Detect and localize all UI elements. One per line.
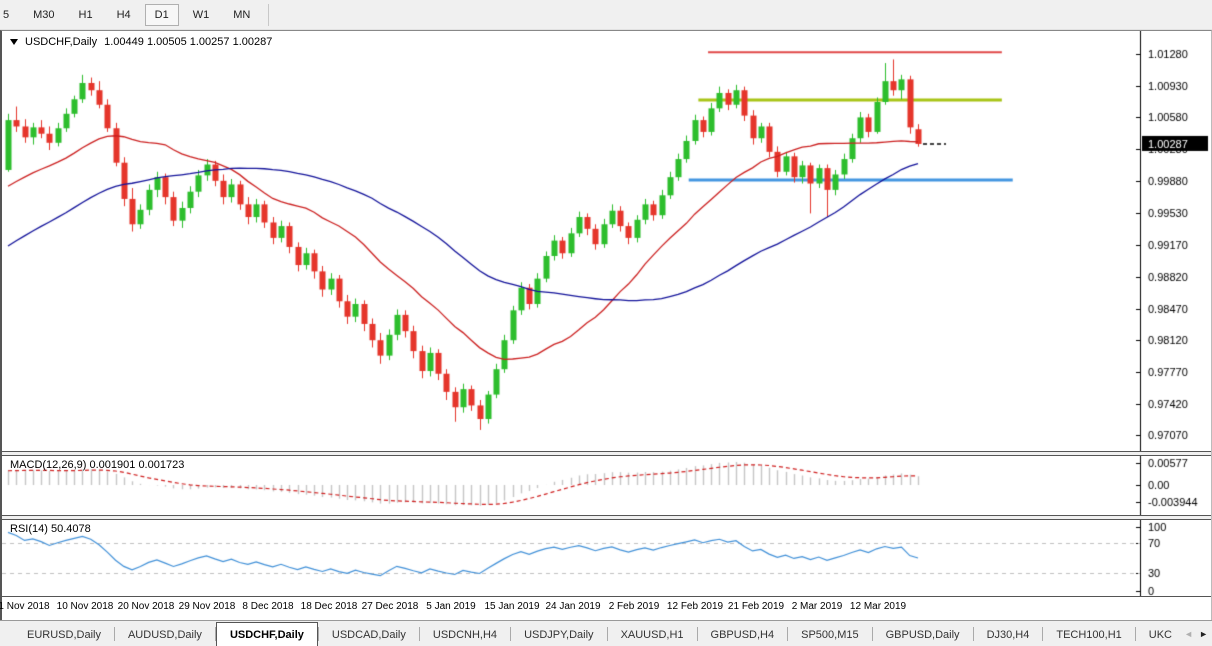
- chart-symbol-label: USDCHF,Daily: [25, 36, 97, 48]
- chart-tab-USDCNH-H4[interactable]: USDCNH,H4: [420, 621, 510, 646]
- toolbar-separator: [268, 4, 269, 26]
- date-axis-label: 8 Dec 2018: [242, 601, 293, 612]
- chart-window: USDCHF,Daily 1.00449 1.00505 1.00257 1.0…: [0, 30, 1212, 620]
- date-axis-label: 29 Nov 2018: [179, 601, 236, 612]
- tabs-scroll-right-icon[interactable]: ►: [1199, 629, 1208, 639]
- timeframe-button-m30[interactable]: M30: [23, 4, 64, 26]
- price-chart-canvas[interactable]: [2, 31, 1211, 451]
- timeframe-button-mn[interactable]: MN: [223, 4, 260, 26]
- timeframe-button-m5[interactable]: 5: [0, 4, 19, 26]
- date-axis-label: 2 Mar 2019: [792, 601, 843, 612]
- tabs-scroll-left-icon[interactable]: ◄: [1184, 629, 1193, 639]
- chart-tab-XAUUSD-H1[interactable]: XAUUSD,H1: [608, 621, 697, 646]
- rsi-indicator-label: RSI(14) 50.4078: [10, 523, 91, 535]
- date-axis-label: 10 Nov 2018: [57, 601, 114, 612]
- rsi-canvas[interactable]: [2, 520, 1211, 596]
- price-chart-pane: USDCHF,Daily 1.00449 1.00505 1.00257 1.0…: [2, 31, 1211, 451]
- date-axis[interactable]: 1 Nov 2018 10 Nov 2018 20 Nov 2018 29 Nov 2…: [2, 596, 1211, 618]
- chart-tab-UKC[interactable]: UKC: [1136, 621, 1185, 646]
- timeframe-button-h1[interactable]: H1: [69, 4, 103, 26]
- chart-tab-SP500-M15[interactable]: SP500,M15: [788, 621, 871, 646]
- date-axis-label: 5 Jan 2019: [426, 601, 476, 612]
- date-axis-label: 2 Feb 2019: [609, 601, 660, 612]
- tab-scroll-arrows: ◄ ►: [1179, 621, 1208, 646]
- chart-tab-USDJPY-Daily[interactable]: USDJPY,Daily: [511, 621, 607, 646]
- rsi-pane: RSI(14) 50.4078: [2, 520, 1211, 596]
- chart-tab-GBPUSD-H4[interactable]: GBPUSD,H4: [698, 621, 788, 646]
- date-axis-label: 1 Nov 2018: [0, 601, 50, 612]
- date-axis-label: 20 Nov 2018: [118, 601, 175, 612]
- chart-ohlc-values: 1.00449 1.00505 1.00257 1.00287: [104, 36, 272, 48]
- chart-tab-GBPUSD-Daily[interactable]: GBPUSD,Daily: [873, 621, 973, 646]
- macd-indicator-label: MACD(12,26,9) 0.001901 0.001723: [10, 459, 184, 471]
- chart-tab-USDCAD-Daily[interactable]: USDCAD,Daily: [319, 621, 419, 646]
- date-axis-label: 27 Dec 2018: [362, 601, 419, 612]
- chart-menu-arrow-icon[interactable]: [10, 39, 18, 45]
- timeframe-button-w1[interactable]: W1: [183, 4, 220, 26]
- date-axis-label: 18 Dec 2018: [301, 601, 358, 612]
- date-axis-label: 12 Mar 2019: [850, 601, 906, 612]
- chart-tabs: EURUSD,DailyAUDUSD,DailyUSDCHF,DailyUSDC…: [14, 621, 1185, 646]
- macd-pane: MACD(12,26,9) 0.001901 0.001723: [2, 456, 1211, 515]
- date-axis-label: 12 Feb 2019: [667, 601, 723, 612]
- date-axis-label: 15 Jan 2019: [484, 601, 539, 612]
- chart-tab-bar: EURUSD,DailyAUDUSD,DailyUSDCHF,DailyUSDC…: [0, 620, 1212, 646]
- chart-tab-DJ30-H4[interactable]: DJ30,H4: [974, 621, 1043, 646]
- chart-tab-EURUSD-Daily[interactable]: EURUSD,Daily: [14, 621, 114, 646]
- date-axis-label: 21 Feb 2019: [728, 601, 784, 612]
- date-axis-label: 24 Jan 2019: [545, 601, 600, 612]
- chart-tab-TECH100-H1[interactable]: TECH100,H1: [1043, 621, 1134, 646]
- timeframe-button-d1[interactable]: D1: [145, 4, 179, 26]
- chart-title: USDCHF,Daily 1.00449 1.00505 1.00257 1.0…: [10, 36, 272, 48]
- timeframe-button-h4[interactable]: H4: [107, 4, 141, 26]
- chart-tab-USDCHF-Daily[interactable]: USDCHF,Daily: [216, 622, 318, 646]
- timeframe-toolbar: 5 M30 H1 H4 D1 W1 MN: [0, 0, 1212, 30]
- chart-tab-AUDUSD-Daily[interactable]: AUDUSD,Daily: [115, 621, 215, 646]
